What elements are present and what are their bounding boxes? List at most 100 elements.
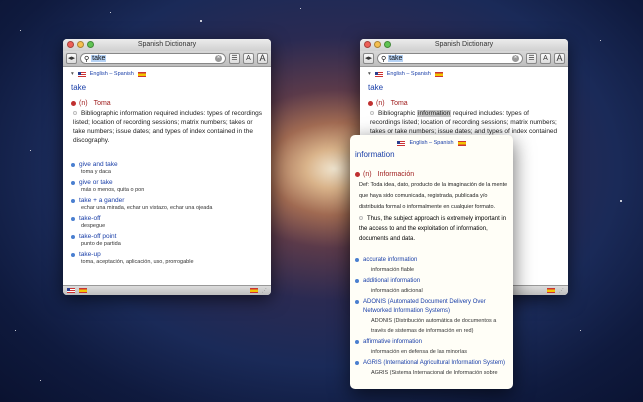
pos-line: (n) Toma <box>368 100 560 107</box>
phrase-item[interactable]: take-off point punto de partida <box>71 233 263 247</box>
definition-text: Bibliographic information required inclu… <box>73 110 263 144</box>
phrase-item[interactable]: give and take toma y daca <box>71 161 263 175</box>
bullet-icon <box>71 162 75 167</box>
phrase-translation: punto de partida <box>81 241 121 247</box>
entry-content: ▾ English – Spanish take (n) Toma Biblio… <box>63 67 271 269</box>
disclosure-triangle-icon[interactable]: ▾ <box>368 71 371 77</box>
phrase-link[interactable]: accurate information <box>363 256 417 265</box>
window-title: Spanish Dictionary <box>434 41 494 48</box>
phrase-item[interactable]: give or take más o menos, quita o pon <box>71 179 263 193</box>
titlebar: Spanish Dictionary <box>63 39 271 51</box>
zoom-button[interactable] <box>384 41 391 48</box>
phrase-link[interactable]: give or take <box>79 179 113 186</box>
back-forward-button[interactable]: ◂▸ <box>66 53 78 64</box>
example-bullet-icon <box>370 111 374 115</box>
star <box>15 330 16 331</box>
language-label[interactable]: English – Spanish <box>90 71 134 77</box>
zoom-button[interactable] <box>87 41 94 48</box>
bullet-icon <box>71 180 75 185</box>
lookup-popup: English – Spanish information (n) Inform… <box>350 135 513 389</box>
close-button[interactable] <box>67 41 74 48</box>
disclosure-triangle-icon[interactable]: ▾ <box>71 71 74 77</box>
resize-grip-icon[interactable]: ⋰ <box>559 288 564 294</box>
bullet-icon <box>355 361 359 365</box>
font-larger-button[interactable]: A <box>257 53 268 64</box>
translation: Toma <box>93 100 111 107</box>
font-smaller-button[interactable]: A <box>243 53 254 64</box>
minimize-button[interactable] <box>77 41 84 48</box>
phrase-link[interactable]: take-up <box>79 251 101 258</box>
clear-search-icon[interactable]: × <box>512 55 519 62</box>
minimize-button[interactable] <box>374 41 381 48</box>
phrase-item[interactable]: take-up toma, aceptación, aplicación, uso… <box>71 251 263 265</box>
example-bullet-icon <box>73 111 77 115</box>
close-button[interactable] <box>364 41 371 48</box>
us-flag-icon[interactable] <box>67 288 75 293</box>
clear-search-icon[interactable]: × <box>215 55 222 62</box>
search-input[interactable]: take <box>388 55 404 62</box>
pos-dot-icon <box>368 101 373 106</box>
search-field[interactable]: ⚲ take × <box>377 53 523 64</box>
toolbar: ◂▸ ⚲ take × ☰ A A <box>360 51 568 67</box>
resize-grip-icon[interactable]: ⋰ <box>262 288 267 294</box>
spain-flag-icon[interactable] <box>547 288 555 293</box>
phrase-translation: despegue <box>81 223 106 229</box>
list-icon[interactable]: ☰ <box>526 53 537 64</box>
phrase-link[interactable]: give and take <box>79 161 118 168</box>
phrase-item[interactable]: ADONIS (Automated Document Delivery Over… <box>355 298 508 336</box>
star <box>30 150 31 151</box>
phrase-translation: ADONIS (Distribución automática de docum… <box>371 318 497 334</box>
phrase-link[interactable]: take-off <box>79 215 101 222</box>
spain-flag-icon <box>137 71 146 77</box>
us-flag-icon <box>374 71 383 77</box>
phrase-translation: información en defensa de las minorías <box>371 349 467 355</box>
phrase-translation: información adicional <box>371 288 423 294</box>
definition: Bibliographic information required inclu… <box>71 109 263 145</box>
star <box>200 20 202 22</box>
translation: Toma <box>390 100 408 107</box>
headword: take <box>368 83 384 92</box>
us-flag-icon <box>397 140 406 146</box>
font-larger-button[interactable]: A <box>554 53 565 64</box>
phrase-item[interactable]: affirmative information información en de… <box>355 338 508 357</box>
back-forward-button[interactable]: ◂▸ <box>363 53 375 64</box>
spain-flag-icon[interactable] <box>79 288 87 293</box>
phrase-link[interactable]: take + a gander <box>79 197 124 204</box>
bullet-icon <box>355 300 359 304</box>
phrase-link[interactable]: AGRIS (International Agricultural Inform… <box>363 359 505 368</box>
phrase-item[interactable]: AGRIS (International Agricultural Inform… <box>355 359 508 378</box>
pos-dot-icon <box>71 101 76 106</box>
phrase-link[interactable]: ADONIS (Automated Document Delivery Over… <box>363 298 508 316</box>
language-row: English – Spanish <box>355 140 508 146</box>
window-controls <box>67 41 94 48</box>
language-label[interactable]: English – Spanish <box>387 71 431 77</box>
pos-dot-icon <box>355 172 360 177</box>
phrase-item[interactable]: take-off despegue <box>71 215 263 229</box>
bullet-icon <box>71 234 75 239</box>
toolbar: ◂▸ ⚲ take × ☰ A A <box>63 51 271 67</box>
status-bar: ⋰ <box>63 285 271 295</box>
phrase-item[interactable]: accurate information información fiable <box>355 256 508 275</box>
hovered-word[interactable]: information <box>417 110 452 117</box>
font-smaller-button[interactable]: A <box>540 53 551 64</box>
translation: Información <box>377 171 415 178</box>
language-label[interactable]: English – Spanish <box>409 140 453 146</box>
bullet-icon <box>71 216 75 221</box>
part-of-speech: (n) <box>376 100 385 107</box>
search-field[interactable]: ⚲ take × <box>80 53 226 64</box>
phrase-item[interactable]: take + a gander echar una mirada, echar u… <box>71 197 263 211</box>
titlebar: Spanish Dictionary <box>360 39 568 51</box>
bullet-icon <box>355 258 359 262</box>
search-input[interactable]: take <box>91 55 107 62</box>
phrase-link[interactable]: additional information <box>363 277 420 286</box>
phrase-link[interactable]: take-off point <box>79 233 116 240</box>
bullet-icon <box>71 252 75 257</box>
phrase-link[interactable]: affirmative information <box>363 338 422 347</box>
definition-text: Bibliographic <box>378 110 416 117</box>
phrase-translation: echar una mirada, echar un vistazo, echa… <box>81 205 213 211</box>
spain-flag-icon[interactable] <box>250 288 258 293</box>
phrase-item[interactable]: additional information información adicio… <box>355 277 508 296</box>
window-controls <box>364 41 391 48</box>
phrase-translation: información fiable <box>371 267 415 273</box>
list-icon[interactable]: ☰ <box>229 53 240 64</box>
